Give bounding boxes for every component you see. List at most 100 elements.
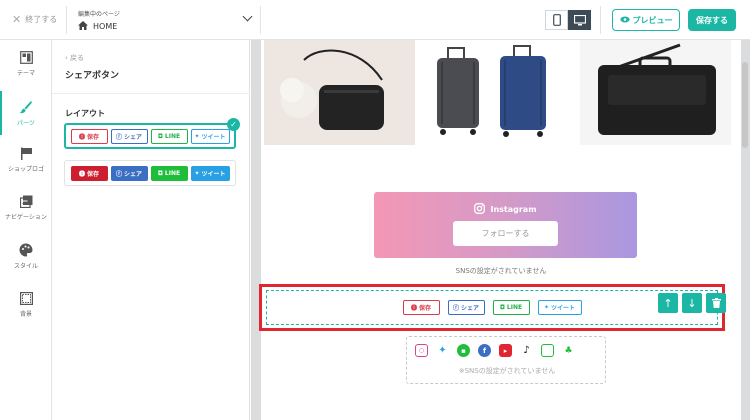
product-image-shoulder-bag[interactable] (264, 40, 415, 145)
preview-page: Instagram フォローする SNSの設定がされていません ○ ✦ ▪ f … (261, 40, 741, 420)
background-icon (19, 292, 33, 305)
button-label: LINE (164, 132, 181, 140)
button-label: LINE (506, 304, 523, 311)
layout-option-filled[interactable]: ⓿ 保存 ⓕ シェア ◘ LINE ✦ ツイート (64, 160, 236, 186)
line-share-button[interactable]: ◘ LINE (492, 300, 530, 315)
smartphone-icon (552, 14, 561, 26)
button-label: ツイート (201, 170, 226, 178)
back-label: 戻る (70, 54, 85, 62)
tweet-button: ✦ ツイート (190, 165, 230, 181)
page-selector[interactable]: 編集中のページ HOME (78, 9, 120, 32)
save-share-button[interactable]: ⓿ 保存 (402, 300, 440, 315)
tweet-button: ✦ ツイート (190, 128, 230, 144)
button-label: シェア (124, 133, 143, 141)
button-label: ツイート (201, 133, 226, 141)
follow-button[interactable]: フォローする (453, 221, 558, 246)
button-label: 保存 (419, 305, 432, 312)
youtube-icon: ▸ (499, 344, 512, 357)
monitor-icon (573, 14, 586, 25)
product-image-business-bag[interactable] (580, 40, 731, 145)
instagram-icon (474, 203, 486, 216)
device-toggle (545, 10, 591, 30)
twitter-icon: ✦ (194, 169, 200, 177)
pinterest-icon: ⓿ (78, 133, 85, 141)
rail-label: ショップロゴ (7, 166, 44, 173)
twitter-icon: ✦ (543, 304, 549, 311)
line-icon: ◘ (157, 132, 163, 140)
rail-item-background[interactable]: 背景 (0, 283, 52, 327)
block-controls: ↑ ↓ (658, 293, 726, 313)
pinterest-icon: ⓿ (78, 170, 85, 178)
share-buttons-block[interactable]: ⓿ 保存 ⓕ シェア ◘ LINE ✦ ツイート (266, 290, 718, 325)
eye-icon (619, 16, 630, 25)
trash-icon (711, 298, 721, 308)
line-share-button: ◘ LINE (150, 128, 188, 144)
preview-canvas: Instagram フォローする SNSの設定がされていません ○ ✦ ▪ f … (251, 40, 750, 420)
divider (260, 6, 261, 34)
rail-item-style[interactable]: スタイル (0, 234, 52, 278)
button-label: 保存 (87, 170, 100, 178)
close-icon: ✕ (12, 13, 22, 26)
save-button[interactable]: 保存する (688, 9, 736, 31)
button-label: ツイート (551, 305, 576, 312)
sns-not-set-note: ※SNSの設定がされていません (458, 367, 556, 375)
rail-label: 背景 (19, 311, 32, 318)
sns-not-set-message: SNSの設定がされていません (455, 267, 547, 275)
page-name: HOME (93, 22, 118, 31)
product-image-suitcases[interactable] (422, 40, 573, 145)
rail-item-parts[interactable]: パーツ (0, 91, 52, 135)
active-indicator (0, 91, 2, 135)
arrow-up-icon: ↑ (663, 296, 673, 310)
navigation-icon (19, 195, 32, 208)
desktop-view-button[interactable] (568, 10, 591, 30)
button-label: LINE (164, 169, 181, 177)
layout-heading: レイアウト (65, 109, 105, 118)
chevron-down-icon[interactable] (242, 11, 253, 22)
instagram-icon: ○ (415, 344, 428, 357)
button-label: シェア (461, 305, 480, 312)
divider (66, 6, 67, 34)
line-icon: ◘ (499, 304, 505, 311)
rail-item-shop-logo[interactable]: ショップロゴ (0, 138, 52, 182)
rail-item-theme[interactable]: テーマ (0, 42, 52, 86)
flag-icon (20, 147, 32, 160)
layout-option-outline[interactable]: ⓿ 保存 ⓕ シェア ◘ LINE ✦ ツイート ✓ (64, 118, 240, 149)
preview-button[interactable]: プレビュー (612, 9, 680, 31)
check-icon: ✓ (227, 118, 240, 131)
instagram-label: Instagram (490, 205, 537, 214)
facebook-share-button[interactable]: ⓕ シェア (447, 300, 485, 315)
pinterest-icon: ⓿ (410, 305, 417, 312)
rail-item-navigation[interactable]: ナビゲーション (0, 186, 52, 230)
tiktok-icon: ♪ (523, 345, 530, 356)
home-icon (78, 21, 88, 32)
line-share-button: ◘ LINE (150, 165, 188, 181)
panel-title: シェアボタン (65, 71, 120, 81)
save-share-button: ⓿ 保存 (70, 128, 108, 144)
facebook-icon: f (478, 344, 491, 357)
sns-icons-block[interactable]: ○ ✦ ▪ f ▸ ♪ ♣ ※SNSの設定がされていません (406, 336, 606, 384)
tweet-button[interactable]: ✦ ツイート (537, 300, 582, 315)
rail-label: パーツ (17, 119, 35, 127)
save-share-button: ⓿ 保存 (70, 165, 108, 181)
mobile-view-button[interactable] (545, 10, 568, 30)
line-icon: ▪ (457, 344, 470, 357)
button-label: シェア (124, 170, 143, 178)
preview-label: プレビュー (632, 15, 673, 25)
scrollbar[interactable] (742, 62, 748, 148)
move-up-button[interactable]: ↑ (658, 293, 678, 313)
facebook-icon: ⓕ (452, 305, 459, 312)
divider (600, 6, 601, 34)
theme-icon (19, 51, 33, 64)
facebook-share-button: ⓕ シェア (110, 128, 148, 144)
button-label: 保存 (87, 133, 100, 141)
instagram-widget: Instagram フォローする (374, 192, 637, 258)
exit-label: 終了する (25, 15, 58, 24)
facebook-icon: ⓕ (115, 133, 122, 141)
move-down-button[interactable]: ↓ (682, 293, 702, 313)
facebook-share-button: ⓕ シェア (110, 165, 148, 181)
left-rail: テーマ パーツ ショップロゴ ナビゲーション スタイル 背景 (0, 40, 52, 420)
exit-button[interactable]: ✕ 終了する (12, 13, 57, 26)
back-link[interactable]: ‹ 戻る (65, 53, 84, 63)
delete-button[interactable] (706, 293, 726, 313)
rail-label: スタイル (13, 262, 38, 270)
